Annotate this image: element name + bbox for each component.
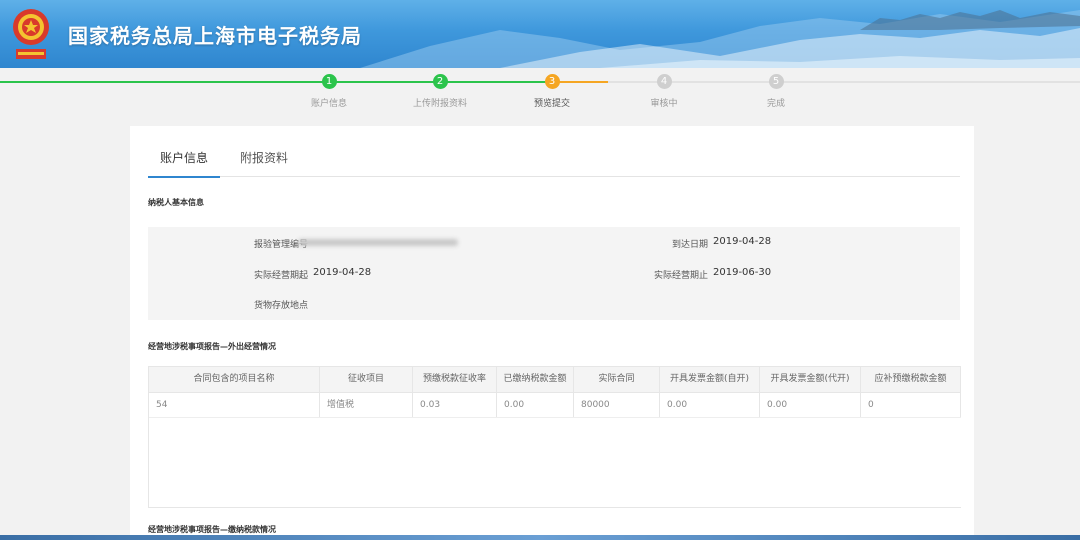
step-2-label: 上传附报资料 bbox=[412, 99, 467, 109]
step-3-label: 预览提交 bbox=[533, 99, 570, 109]
section-prepaid-title: 经营地涉税事项报告—缴纳税款情况 bbox=[148, 525, 276, 534]
end-date-value: 2019-06-30 bbox=[713, 267, 772, 278]
step-5-circle: 5 bbox=[768, 74, 784, 89]
tab-bar: 账户信息 附报资料 bbox=[148, 148, 960, 178]
step-upload: 2 上传附报资料 bbox=[380, 74, 500, 109]
col-contract: 实际合同 bbox=[574, 367, 660, 392]
start-date-label: 实际经营期起 bbox=[253, 271, 308, 281]
cell-invoice-self: 0.00 bbox=[660, 393, 760, 417]
col-invoice-agent: 开具发票金额(代开) bbox=[760, 367, 861, 392]
progress-stepper: 1 账户信息 2 上传附报资料 3 预览提交 4 审核中 5 完成 bbox=[0, 68, 1080, 120]
site-header: 国家税务总局上海市电子税务局 bbox=[0, 0, 1080, 68]
basic-info-panel: 报验管理编号 到达日期 2019-04-28 实际经营期起 2019-04-28… bbox=[148, 227, 960, 320]
cell-contract: 80000 bbox=[574, 393, 660, 417]
col-rate: 预缴税款征收率 bbox=[413, 367, 497, 392]
section-outside-title: 经营地涉税事项报告—外出经营情况 bbox=[148, 342, 276, 351]
outside-business-table: 合同包含的项目名称 征收项目 预缴税款征收率 已缴纳税款金额 实际合同 开具发票… bbox=[148, 366, 961, 508]
site-title: 国家税务总局上海市电子税务局 bbox=[68, 24, 362, 48]
tab-account-info[interactable]: 账户信息 bbox=[148, 148, 220, 178]
step-2-circle: 2 bbox=[432, 74, 448, 89]
cell-paid: 0.00 bbox=[497, 393, 574, 417]
step-review: 4 审核中 bbox=[604, 74, 724, 109]
cell-invoice-agent: 0.00 bbox=[760, 393, 861, 417]
col-invoice-self: 开具发票金额(自开) bbox=[660, 367, 760, 392]
tax-emblem-icon bbox=[13, 9, 49, 59]
section-basic-info-title: 纳税人基本信息 bbox=[148, 198, 204, 207]
cell-supplement: 0 bbox=[861, 393, 961, 417]
tab-attachments[interactable]: 附报资料 bbox=[234, 148, 294, 176]
start-date-value: 2019-04-28 bbox=[313, 267, 372, 278]
step-complete: 5 完成 bbox=[716, 74, 836, 109]
step-5-label: 完成 bbox=[766, 99, 785, 109]
cell-tax-item: 增值税 bbox=[320, 393, 413, 417]
step-1-label: 账户信息 bbox=[310, 99, 347, 109]
col-paid: 已缴纳税款金额 bbox=[497, 367, 574, 392]
storage-location-label: 货物存放地点 bbox=[253, 301, 308, 311]
step-1-circle: 1 bbox=[321, 74, 337, 89]
step-4-label: 审核中 bbox=[650, 99, 678, 109]
step-4-circle: 4 bbox=[656, 74, 672, 89]
step-account-info: 1 账户信息 bbox=[269, 74, 389, 109]
redacted-report-no bbox=[298, 239, 458, 246]
step-preview: 3 预览提交 bbox=[492, 74, 612, 109]
cell-project-name: 54 bbox=[149, 393, 320, 417]
end-date-label: 实际经营期止 bbox=[653, 271, 708, 281]
table-header-row: 合同包含的项目名称 征收项目 预缴税款征收率 已缴纳税款金额 实际合同 开具发票… bbox=[149, 367, 961, 393]
col-supplement: 应补预缴税款金额 bbox=[861, 367, 961, 392]
table-row: 54 增值税 0.03 0.00 80000 0.00 0.00 0 bbox=[149, 393, 961, 418]
os-taskbar bbox=[0, 535, 1080, 540]
step-3-circle: 3 bbox=[544, 74, 560, 89]
arrival-date-label: 到达日期 bbox=[671, 240, 708, 250]
col-project-name: 合同包含的项目名称 bbox=[149, 367, 320, 392]
arrival-date-value: 2019-04-28 bbox=[713, 236, 772, 247]
cell-rate: 0.03 bbox=[413, 393, 497, 417]
main-card: 账户信息 附报资料 纳税人基本信息 报验管理编号 到达日期 2019-04-28… bbox=[130, 126, 974, 540]
col-tax-item: 征收项目 bbox=[320, 367, 413, 392]
